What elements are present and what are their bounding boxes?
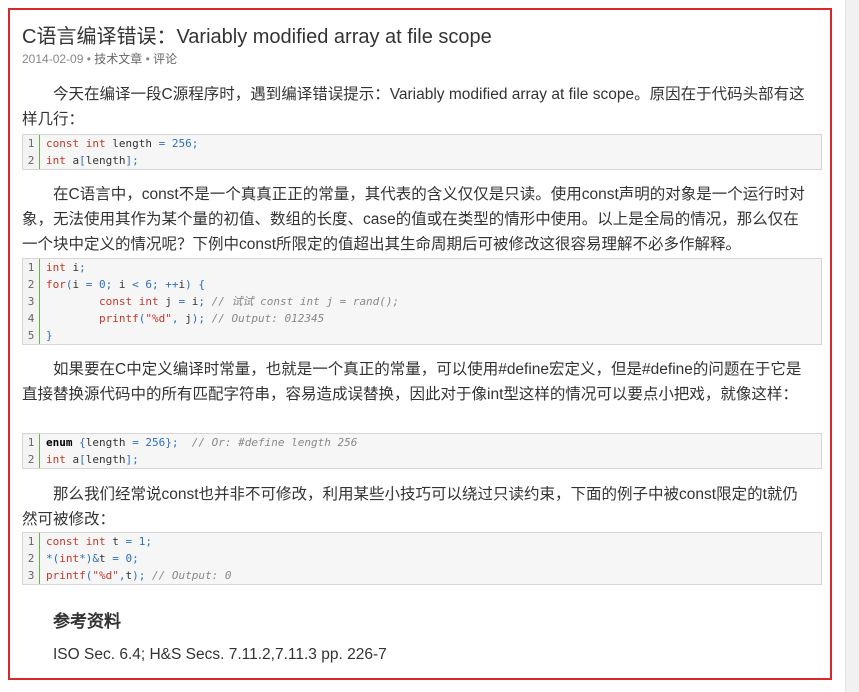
line-number: 5 [23,327,40,344]
line-number: 3 [23,293,40,310]
line-number: 2 [23,276,40,293]
code-block: 1 int i; 2 for(i = 0; i < 6; ++i) { 3 co… [22,258,822,345]
code-line: 2 for(i = 0; i < 6; ++i) { [23,276,821,293]
code-line: 1 enum {length = 256}; // Or: #define le… [23,434,821,451]
code-text: const int length = 256; [46,137,199,150]
code-line: 1 const int length = 256; [23,135,821,152]
code-block: 1 enum {length = 256}; // Or: #define le… [22,433,822,469]
line-number: 4 [23,310,40,327]
references-heading: 参考资料 [53,612,121,631]
code-line: 5 } [23,327,821,344]
line-number: 1 [23,259,40,276]
code-text: const int t = 1; [46,535,152,548]
article-meta: 2014-02-09 • 技术文章 • 评论 [22,50,177,67]
code-line: 1 int i; [23,259,821,276]
post-date: 2014-02-09 [22,52,84,66]
code-text: printf("%d",t); // Output: 0 [46,569,232,582]
code-text: const int j = i; // 试试 const int j = ran… [98,295,400,308]
line-number: 2 [23,152,40,169]
code-text: for(i = 0; i < 6; ++i) { [46,278,205,291]
code-text: int a[length]; [46,453,139,466]
line-number: 1 [23,434,40,451]
code-text: printf("%d", j); // Output: 012345 [98,312,325,325]
code-block: 1 const int length = 256; 2 int a[length… [22,134,822,170]
meta-separator: • [83,52,95,66]
code-block: 1 const int t = 1; 2 *(int*)&t = 0; 3 pr… [22,532,822,585]
page-scrollbar[interactable] [845,0,859,692]
category-link[interactable]: 技术文章 [94,52,142,66]
code-line: 3 const int j = i; // 试试 const int j = r… [23,293,821,310]
code-text: int i; [46,261,86,274]
line-number: 3 [23,567,40,584]
article-frame: C语言编译错误：Variably modified array at file … [8,8,832,680]
code-text: int a[length]; [46,154,139,167]
code-line: 3 printf("%d",t); // Output: 0 [23,567,821,584]
line-number: 2 [23,451,40,468]
paragraph: 如果要在C中定义编译时常量，也就是一个真正的常量，可以使用#define宏定义，… [22,361,802,403]
line-number: 1 [23,533,40,550]
code-text: enum {length = 256}; // Or: #define leng… [46,436,358,449]
code-line: 4 printf("%d", j); // Output: 012345 [23,310,821,327]
reference-item: ISO Sec. 6.4; H&S Secs. 7.11.2,7.11.3 pp… [53,646,387,663]
code-text: *(int*)&t = 0; [46,552,139,565]
paragraph: 在C语言中，const不是一个真真正正的常量，其代表的含义仅仅是只读。使用con… [22,186,805,253]
paragraph: 那么我们经常说const也并非不可修改，利用某些小技巧可以绕过只读约束，下面的例… [22,486,798,528]
comment-link[interactable]: 评论 [153,52,177,66]
code-text: } [46,329,53,342]
line-number: 2 [23,550,40,567]
code-line: 2 int a[length]; [23,451,821,468]
page-title: C语言编译错误：Variably modified array at file … [22,26,492,48]
paragraph: 今天在编译一段C源程序时，遇到编译错误提示：Variably modified … [22,86,805,128]
code-line: 2 int a[length]; [23,152,821,169]
line-number: 1 [23,135,40,152]
code-line: 1 const int t = 1; [23,533,821,550]
code-line: 2 *(int*)&t = 0; [23,550,821,567]
meta-separator: • [142,52,154,66]
